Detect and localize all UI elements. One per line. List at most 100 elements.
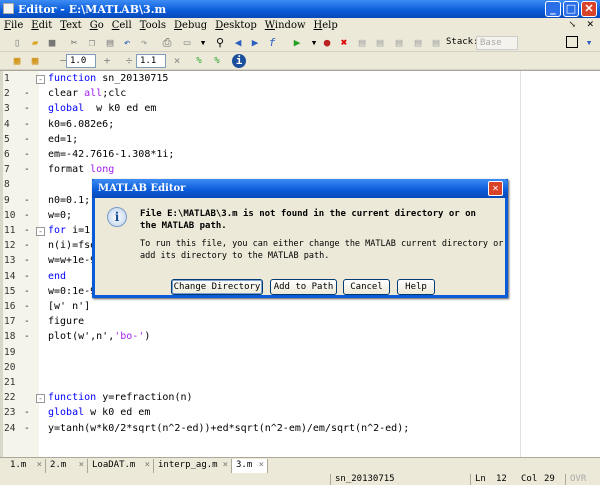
code-line[interactable]: y=tanh(w*k0/2*sqrt(n^2-ed))+ed*sqrt(n^2-… bbox=[48, 423, 409, 438]
menu-desktop[interactable]: Desktop bbox=[211, 18, 261, 31]
cut-icon[interactable]: ✂ bbox=[67, 36, 81, 50]
close-button[interactable]: ✕ bbox=[581, 1, 597, 17]
help-button[interactable]: Help bbox=[397, 279, 435, 295]
code-line[interactable]: w=0; bbox=[48, 210, 72, 225]
clear-breakpoints-icon[interactable]: ✖ bbox=[337, 36, 351, 50]
code-line[interactable]: [w' n'] bbox=[48, 301, 90, 316]
code-line[interactable]: figure bbox=[48, 316, 84, 331]
step-out-icon[interactable]: ▤ bbox=[392, 36, 406, 50]
code-line[interactable]: w=w+1e-9 bbox=[48, 255, 96, 270]
breakpoint-marker[interactable]: - bbox=[24, 301, 30, 312]
tab-3-m[interactable]: 3.m × bbox=[232, 459, 268, 473]
tab-1-m[interactable]: 1.m × bbox=[6, 459, 46, 473]
run-icon[interactable]: ▶ bbox=[290, 36, 304, 50]
multiply-value-input[interactable]: 1.1 bbox=[136, 54, 166, 68]
fold-toggle-icon[interactable]: - bbox=[36, 227, 45, 236]
layout-dropdown-icon[interactable]: ▾ bbox=[582, 36, 596, 50]
menu-tools[interactable]: Tools bbox=[136, 18, 170, 31]
breakpoint-marker[interactable]: - bbox=[24, 331, 30, 342]
fold-toggle-icon[interactable]: - bbox=[36, 394, 45, 404]
tab-interp_ag-m[interactable]: interp_ag.m × bbox=[154, 459, 232, 473]
breakpoint-marker[interactable]: - bbox=[24, 103, 30, 114]
code-line[interactable]: plot(w',n','bo-') bbox=[48, 331, 150, 346]
breakpoint-marker[interactable]: - bbox=[24, 134, 30, 145]
close-tab-icon[interactable]: × bbox=[37, 460, 42, 470]
breakpoint-marker[interactable]: - bbox=[24, 88, 30, 99]
menu-go[interactable]: Go bbox=[86, 18, 108, 31]
code-line[interactable]: function y=refraction(n) bbox=[48, 392, 193, 407]
code-line[interactable]: global w k0 ed em bbox=[48, 103, 156, 118]
dropdown-icon[interactable]: ▾ bbox=[196, 36, 210, 50]
breakpoint-marker[interactable]: - bbox=[24, 240, 30, 251]
code-line[interactable]: w=0:1e-9 bbox=[48, 286, 96, 301]
maximize-button[interactable]: □ bbox=[563, 1, 579, 17]
code-line[interactable]: n0=0.1; bbox=[48, 195, 90, 210]
fold-toggle-icon[interactable]: - bbox=[36, 75, 45, 84]
back-icon[interactable]: ◀ bbox=[231, 36, 245, 50]
breakpoint-marker[interactable]: - bbox=[24, 316, 30, 327]
code-line[interactable]: global w k0 ed em bbox=[48, 407, 150, 422]
divide-button[interactable]: ÷ bbox=[122, 54, 136, 68]
new-file-icon[interactable]: ▯ bbox=[10, 36, 24, 50]
dialog-close-button[interactable]: ✕ bbox=[488, 181, 503, 196]
undock-icon[interactable]: ↘ bbox=[568, 20, 576, 30]
code-line[interactable]: ed=1; bbox=[48, 134, 78, 149]
menu-window[interactable]: Window bbox=[261, 18, 310, 31]
breakpoint-marker[interactable]: - bbox=[24, 423, 30, 434]
menu-file[interactable]: File bbox=[0, 18, 27, 31]
undo-icon[interactable]: ↶ bbox=[120, 36, 134, 50]
code-line[interactable]: for i=1: bbox=[48, 225, 96, 240]
breakpoint-marker[interactable]: - bbox=[24, 271, 30, 282]
code-line[interactable]: end bbox=[48, 271, 66, 286]
menu-help[interactable]: Help bbox=[310, 18, 342, 31]
code-line[interactable]: n(i)=fso bbox=[48, 240, 96, 255]
find-icon[interactable]: ⚲ bbox=[213, 36, 227, 50]
breakpoint-marker[interactable]: - bbox=[24, 286, 30, 297]
run-dropdown-icon[interactable]: ▾ bbox=[307, 36, 321, 50]
open-file-icon[interactable]: ▰ bbox=[28, 36, 42, 50]
stack-select[interactable]: Base bbox=[476, 36, 518, 50]
step-icon[interactable]: ▤ bbox=[355, 36, 369, 50]
add-to-path-button[interactable]: Add to Path bbox=[270, 279, 337, 295]
code-line[interactable]: clear all;clc bbox=[48, 88, 126, 103]
code-line[interactable]: k0=6.082e6; bbox=[48, 119, 114, 134]
menu-text[interactable]: Text bbox=[56, 18, 85, 31]
close-tab-icon[interactable]: × bbox=[79, 460, 84, 470]
info-icon[interactable]: i bbox=[232, 54, 246, 68]
breakpoint-marker[interactable]: - bbox=[24, 164, 30, 175]
save-icon[interactable]: ■ bbox=[45, 36, 59, 50]
tab-loadat-m[interactable]: LoaDAT.m × bbox=[88, 459, 154, 473]
breakpoint-marker[interactable]: - bbox=[24, 225, 30, 236]
breakpoint-marker[interactable]: - bbox=[24, 119, 30, 130]
continue-icon[interactable]: ▤ bbox=[411, 36, 425, 50]
close-tab-icon[interactable]: × bbox=[259, 460, 264, 470]
multiply-button[interactable]: × bbox=[170, 54, 184, 68]
breakpoint-marker[interactable]: - bbox=[24, 195, 30, 206]
menu-cell[interactable]: Cell bbox=[108, 18, 136, 31]
paste-icon[interactable]: ▤ bbox=[103, 36, 117, 50]
function-icon[interactable]: f bbox=[265, 36, 279, 50]
minimize-button[interactable]: _ bbox=[545, 1, 561, 17]
cancel-button[interactable]: Cancel bbox=[343, 279, 390, 295]
code-line[interactable]: format long bbox=[48, 164, 114, 179]
close-editor-icon[interactable]: ✕ bbox=[586, 20, 594, 30]
breakpoint-marker[interactable]: - bbox=[24, 407, 30, 418]
copy-icon[interactable]: ❐ bbox=[85, 36, 99, 50]
decrement-value-input[interactable]: 1.0 bbox=[66, 54, 96, 68]
eval-cell-icon[interactable]: ▦ bbox=[28, 54, 42, 68]
code-line[interactable]: em=-42.7616-1.308*1i; bbox=[48, 149, 174, 164]
set-breakpoint-icon[interactable]: ● bbox=[320, 36, 334, 50]
close-tab-icon[interactable]: × bbox=[145, 460, 150, 470]
print-preview-icon[interactable]: ▭ bbox=[180, 36, 194, 50]
close-tab-icon[interactable]: × bbox=[223, 460, 228, 470]
comment-icon[interactable]: % bbox=[192, 54, 206, 68]
breakpoint-marker[interactable]: - bbox=[24, 210, 30, 221]
forward-icon[interactable]: ▶ bbox=[248, 36, 262, 50]
print-icon[interactable]: ⎙ bbox=[160, 36, 174, 50]
insert-cell-icon[interactable]: ▦ bbox=[10, 54, 24, 68]
menu-edit[interactable]: Edit bbox=[27, 18, 56, 31]
increment-button[interactable]: + bbox=[100, 54, 114, 68]
code-line[interactable]: function sn_20130715 bbox=[48, 73, 168, 88]
breakpoint-marker[interactable]: - bbox=[24, 255, 30, 266]
exit-debug-icon[interactable]: ▤ bbox=[429, 36, 443, 50]
